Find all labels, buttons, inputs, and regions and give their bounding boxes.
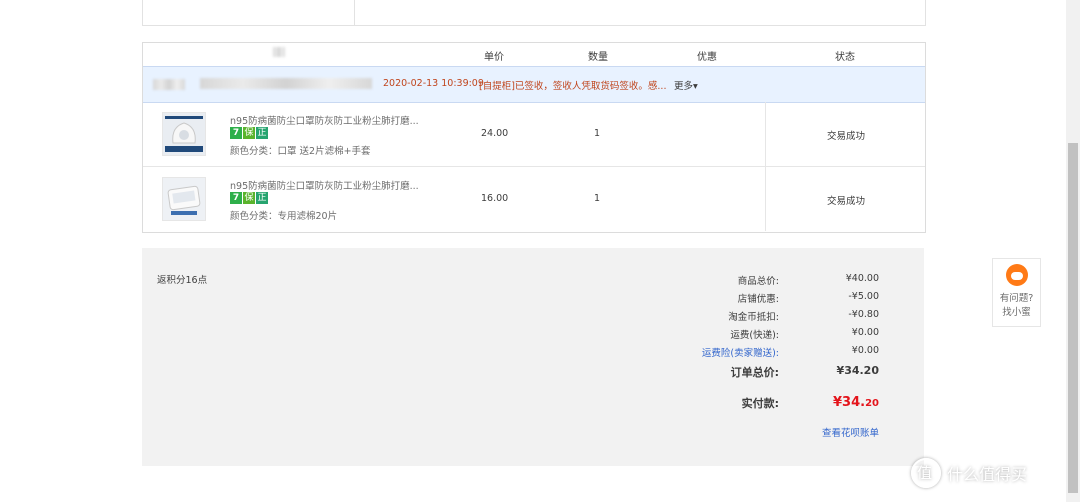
product-thumbnail[interactable] xyxy=(162,177,206,221)
summary-label: 运费(快递): xyxy=(730,330,779,341)
seven-day-return-icon[interactable]: 7 xyxy=(230,192,242,204)
previous-order-box xyxy=(142,0,926,26)
more-dropdown[interactable]: 更多▾ xyxy=(674,78,698,92)
watermark-logo-icon xyxy=(911,458,941,488)
trade-status: 交易成功 xyxy=(826,196,865,207)
unit-price: 16.00 xyxy=(481,193,509,204)
product-title[interactable]: n95防病菌防尘口罩防灰防工业粉尘肺打磨... xyxy=(230,178,419,192)
product-title[interactable]: n95防病菌防尘口罩防灰防工业粉尘肺打磨... xyxy=(230,113,419,127)
column-divider xyxy=(354,0,355,25)
watermark-text: 什么值得买 xyxy=(947,465,1028,484)
more-label: 更多 xyxy=(674,81,694,92)
quantity: 1 xyxy=(594,193,601,204)
genuine-icon[interactable]: 正 xyxy=(256,127,268,139)
product-spec: 颜色分类：专用滤棉20片 xyxy=(230,211,338,222)
order-table: 单价 数量 优惠 状态 2020-02-13 10:39:09 [自提柜]已签收… xyxy=(142,42,926,233)
seven-day-return-icon[interactable]: 7 xyxy=(230,127,242,139)
guarantee-icon[interactable]: 保 xyxy=(243,192,255,204)
assistant-avatar-icon xyxy=(1005,264,1028,286)
genuine-icon[interactable]: 正 xyxy=(256,192,268,204)
summary-value: ¥0.00 xyxy=(851,345,879,356)
scrollbar-thumb[interactable] xyxy=(1068,143,1078,493)
unit-price: 24.00 xyxy=(481,128,509,139)
blurred-header-text xyxy=(273,47,285,57)
paid-amount: ¥34.20 xyxy=(833,395,879,410)
status-cell: 交易成功 xyxy=(765,102,926,166)
summary-label: 淘金币抵扣: xyxy=(728,312,779,323)
table-header: 单价 数量 优惠 状态 xyxy=(143,43,925,65)
watermark: 什么值得买 xyxy=(911,458,1027,490)
view-huabei-bill-link[interactable]: 查看花呗账单 xyxy=(822,425,879,439)
product-spec: 颜色分类：口罩 送2片滤棉+手套 xyxy=(230,146,371,157)
summary-value: -¥5.00 xyxy=(848,291,879,302)
help-widget[interactable]: 有问题? 找小蜜 xyxy=(992,258,1041,327)
order-info-row: 2020-02-13 10:39:09 [自提柜]已签收，签收人凭取货码签收。感… xyxy=(143,66,925,103)
logistics-status[interactable]: [自提柜]已签收，签收人凭取货码签收。感... xyxy=(479,78,666,92)
paid-amount-main: ¥34. xyxy=(833,395,866,410)
order-item: n95防病菌防尘口罩防灰防工业粉尘肺打磨... 7保正 颜色分类：专用滤棉20片… xyxy=(143,167,925,231)
header-quantity: 数量 xyxy=(588,52,608,63)
filter-product-image xyxy=(163,178,205,220)
service-tags: 7保正 xyxy=(230,192,269,204)
help-line-2: 找小蜜 xyxy=(1002,307,1031,318)
paid-label: 实付款: xyxy=(741,397,779,410)
order-item: n95防病菌防尘口罩防灰防工业粉尘肺打磨... 7保正 颜色分类：口罩 送2片滤… xyxy=(143,102,925,167)
order-date: 2020-02-13 10:39:09 xyxy=(383,78,484,89)
product-thumbnail[interactable] xyxy=(162,112,206,156)
header-status: 状态 xyxy=(835,52,855,63)
summary-label: 商品总价: xyxy=(737,276,779,287)
chevron-down-icon: ▾ xyxy=(693,81,698,92)
shipping-insurance-link[interactable]: 运费险(卖家赠送): xyxy=(702,345,779,359)
service-tags: 7保正 xyxy=(230,127,269,139)
status-cell: 交易成功 xyxy=(765,167,926,231)
help-line-1: 有问题? xyxy=(999,293,1034,304)
order-total-label: 订单总价: xyxy=(730,366,779,379)
summary-value: -¥0.80 xyxy=(848,309,879,320)
trade-status: 交易成功 xyxy=(826,131,865,142)
summary-value: ¥40.00 xyxy=(845,273,879,284)
blurred-order-label xyxy=(153,79,185,90)
blurred-order-number xyxy=(200,78,372,89)
points-reward: 返积分16点 xyxy=(157,275,208,286)
quantity: 1 xyxy=(594,128,601,139)
header-price: 单价 xyxy=(484,52,504,63)
summary-value: ¥0.00 xyxy=(851,327,879,338)
order-total-value: ¥34.20 xyxy=(836,364,879,377)
summary-label: 店铺优惠: xyxy=(737,294,779,305)
order-summary: 返积分16点 商品总价: ¥40.00 店铺优惠: -¥5.00 淘金币抵扣: … xyxy=(142,248,924,466)
header-discount: 优惠 xyxy=(697,52,717,63)
paid-amount-cents: 20 xyxy=(865,398,879,409)
guarantee-icon[interactable]: 保 xyxy=(243,127,255,139)
mask-product-image xyxy=(163,113,205,155)
